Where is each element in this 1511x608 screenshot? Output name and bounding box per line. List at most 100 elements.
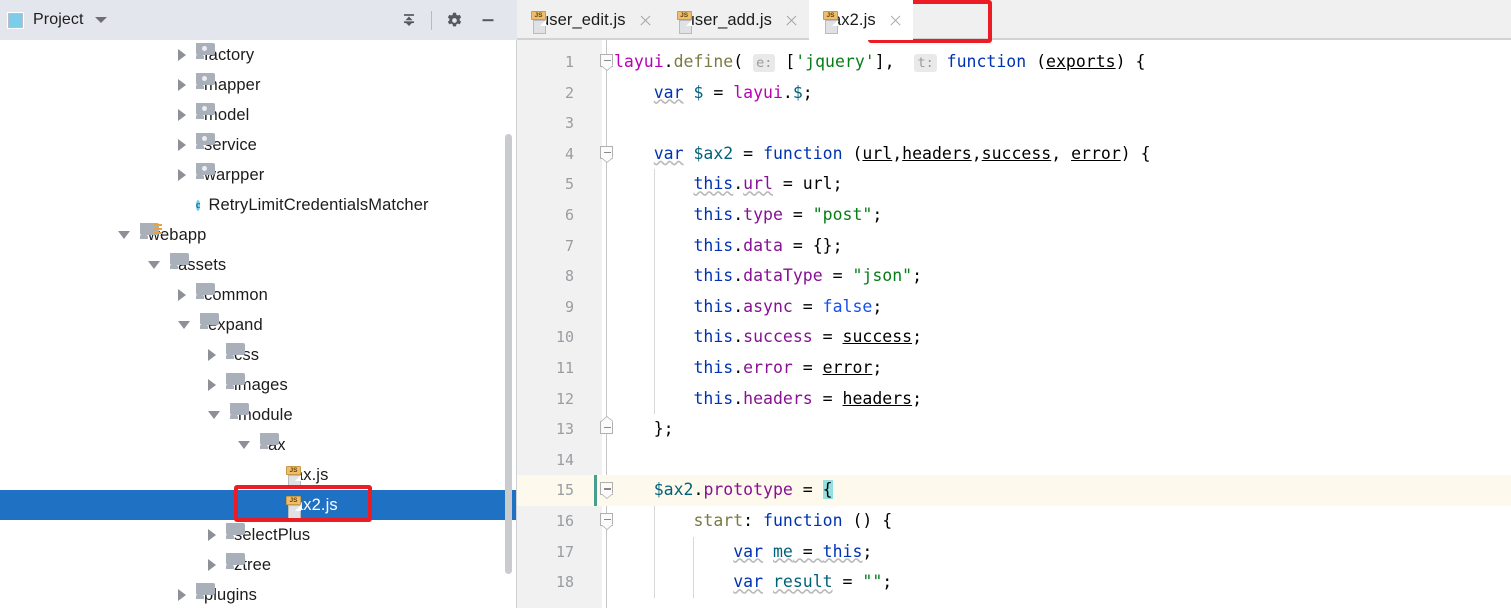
close-icon[interactable]: [888, 13, 903, 28]
tree-item-model[interactable]: model: [0, 100, 517, 130]
gutter-line-7[interactable]: 7: [517, 231, 602, 262]
code-line-1[interactable]: layui.define( e: ['jquery'], t: function…: [602, 47, 1511, 78]
code-fold-icon[interactable]: [600, 513, 614, 529]
tree-item-factory[interactable]: factory: [0, 40, 517, 70]
gutter-line-6[interactable]: 6: [517, 200, 602, 231]
line-number: 5: [564, 175, 574, 194]
gutter-line-9[interactable]: 9: [517, 292, 602, 323]
tree-item-selectplus[interactable]: selectPlus: [0, 520, 517, 550]
tree-item-ax[interactable]: ax: [0, 430, 517, 460]
editor-gutter[interactable]: 1 2 3 4 5 6 7 8 9 10 11 12 13 14 15 16 17 18: [517, 40, 602, 608]
code-content[interactable]: layui.define( e: ['jquery'], t: function…: [602, 40, 1511, 608]
tree-item-module[interactable]: module: [0, 400, 517, 430]
chevron-right-icon[interactable]: [178, 139, 186, 151]
code-line-12[interactable]: this.headers = headers;: [602, 383, 1511, 415]
gutter-line-17[interactable]: 17: [517, 537, 602, 568]
project-file-tree[interactable]: factory mapper model service warpper c RetryLi…: [0, 40, 517, 608]
code-line-6[interactable]: this.type = "post";: [602, 200, 1511, 231]
gear-icon[interactable]: [437, 3, 471, 37]
editor-tab-label: user_add.js: [685, 10, 772, 29]
editor-tab-user-edit-js[interactable]: JS user_edit.js: [517, 0, 663, 40]
chevron-right-icon[interactable]: [178, 49, 186, 61]
chevron-right-icon[interactable]: [208, 349, 216, 361]
gutter-line-2[interactable]: 2: [517, 78, 602, 109]
chevron-right-icon[interactable]: [178, 589, 186, 601]
gutter-line-12[interactable]: 12: [517, 384, 602, 415]
code-line-2[interactable]: var $ = layui.$;: [602, 78, 1511, 109]
chevron-down-icon[interactable]: [94, 17, 107, 23]
code-line-7[interactable]: this.data = {};: [602, 230, 1511, 262]
code-line-17[interactable]: var me = this;: [602, 536, 1511, 568]
tree-item-ax-js[interactable]: JS ax.js: [0, 460, 517, 490]
gutter-line-18[interactable]: 18: [517, 567, 602, 598]
chevron-down-icon[interactable]: [178, 321, 190, 329]
code-line-11[interactable]: this.error = error;: [602, 353, 1511, 384]
collapse-all-icon[interactable]: [392, 3, 426, 37]
code-line-13[interactable]: };: [602, 414, 1511, 445]
editor-tab-user-add-js[interactable]: JS user_add.js: [663, 0, 809, 40]
gutter-line-3[interactable]: 3: [517, 108, 602, 139]
gutter-line-15[interactable]: 15: [517, 475, 602, 506]
tree-item-retrylimitcredentialsmatcher[interactable]: c RetryLimitCredentialsMatcher: [0, 190, 517, 220]
gutter-line-8[interactable]: 8: [517, 261, 602, 292]
gutter-line-14[interactable]: 14: [517, 445, 602, 476]
code-fold-icon[interactable]: [600, 417, 614, 437]
code-line-16[interactable]: start: function () {: [602, 506, 1511, 537]
chevron-right-icon[interactable]: [208, 559, 216, 571]
code-line-8[interactable]: this.dataType = "json";: [602, 261, 1511, 292]
gutter-line-13[interactable]: 13: [517, 414, 602, 445]
editor-tab-ax2-js[interactable]: JS ax2.js: [808, 0, 913, 40]
tree-item-mapper[interactable]: mapper: [0, 70, 517, 100]
code-line-5[interactable]: this.url = url;: [602, 169, 1511, 200]
tree-item-ztree[interactable]: ztree: [0, 550, 517, 580]
chevron-down-icon[interactable]: [238, 441, 250, 449]
tree-item-images[interactable]: images: [0, 370, 517, 400]
tree-scrollbar-thumb[interactable]: [505, 134, 512, 574]
tree-item-ax2-js[interactable]: JS ax2.js: [0, 490, 517, 520]
gutter-line-11[interactable]: 11: [517, 353, 602, 384]
code-fold-icon[interactable]: [600, 54, 614, 70]
code-line-4[interactable]: var $ax2 = function (url,headers,success…: [602, 139, 1511, 170]
chevron-right-icon[interactable]: [178, 109, 186, 121]
code-line-9[interactable]: this.async = false;: [602, 291, 1511, 323]
code-line-18[interactable]: var result = "";: [602, 567, 1511, 598]
tree-item-common[interactable]: common: [0, 280, 517, 310]
chevron-down-icon[interactable]: [208, 411, 220, 419]
chevron-right-icon[interactable]: [208, 379, 216, 391]
gutter-line-4[interactable]: 4: [517, 139, 602, 170]
gutter-line-16[interactable]: 16: [517, 506, 602, 537]
chevron-right-icon[interactable]: [178, 289, 186, 301]
tree-item-service[interactable]: service: [0, 130, 517, 160]
code-line-14[interactable]: [602, 445, 1511, 476]
tree-scrollbar-track[interactable]: [504, 40, 515, 608]
tree-item-webapp[interactable]: webapp: [0, 220, 517, 250]
tree-item-assets[interactable]: assets: [0, 250, 517, 280]
close-icon[interactable]: [638, 13, 653, 28]
gutter-line-1[interactable]: 1: [517, 47, 602, 78]
tree-item-plugins[interactable]: plugins: [0, 580, 517, 608]
minimize-icon[interactable]: [471, 3, 505, 37]
code-fold-icon[interactable]: [600, 145, 614, 162]
code-editor[interactable]: 1 2 3 4 5 6 7 8 9 10 11 12 13 14 15 16 17 18 layui.define…: [517, 40, 1511, 608]
chevron-right-icon[interactable]: [178, 169, 186, 181]
gutter-line-10[interactable]: 10: [517, 322, 602, 353]
chevron-down-icon[interactable]: [148, 261, 160, 269]
tree-item-warpper[interactable]: warpper: [0, 160, 517, 190]
tree-item-css[interactable]: css: [0, 340, 517, 370]
vcs-change-marker: [594, 475, 597, 506]
line-number: 12: [555, 389, 574, 408]
chevron-right-icon[interactable]: [178, 79, 186, 91]
chevron-down-icon[interactable]: [118, 231, 130, 239]
project-title-group[interactable]: Project: [0, 11, 107, 29]
code-line-3[interactable]: [602, 108, 1511, 139]
tree-item-expand[interactable]: expand: [0, 310, 517, 340]
java-class-icon: c: [196, 200, 201, 211]
code-fold-icon[interactable]: [600, 482, 614, 499]
code-line-10[interactable]: this.success = success;: [602, 322, 1511, 353]
gutter-line-5[interactable]: 5: [517, 169, 602, 200]
code-line-15[interactable]: $ax2.prototype = {: [602, 475, 1511, 506]
chevron-right-icon[interactable]: [208, 529, 216, 541]
line-number: 14: [555, 450, 574, 469]
close-icon[interactable]: [784, 13, 799, 28]
